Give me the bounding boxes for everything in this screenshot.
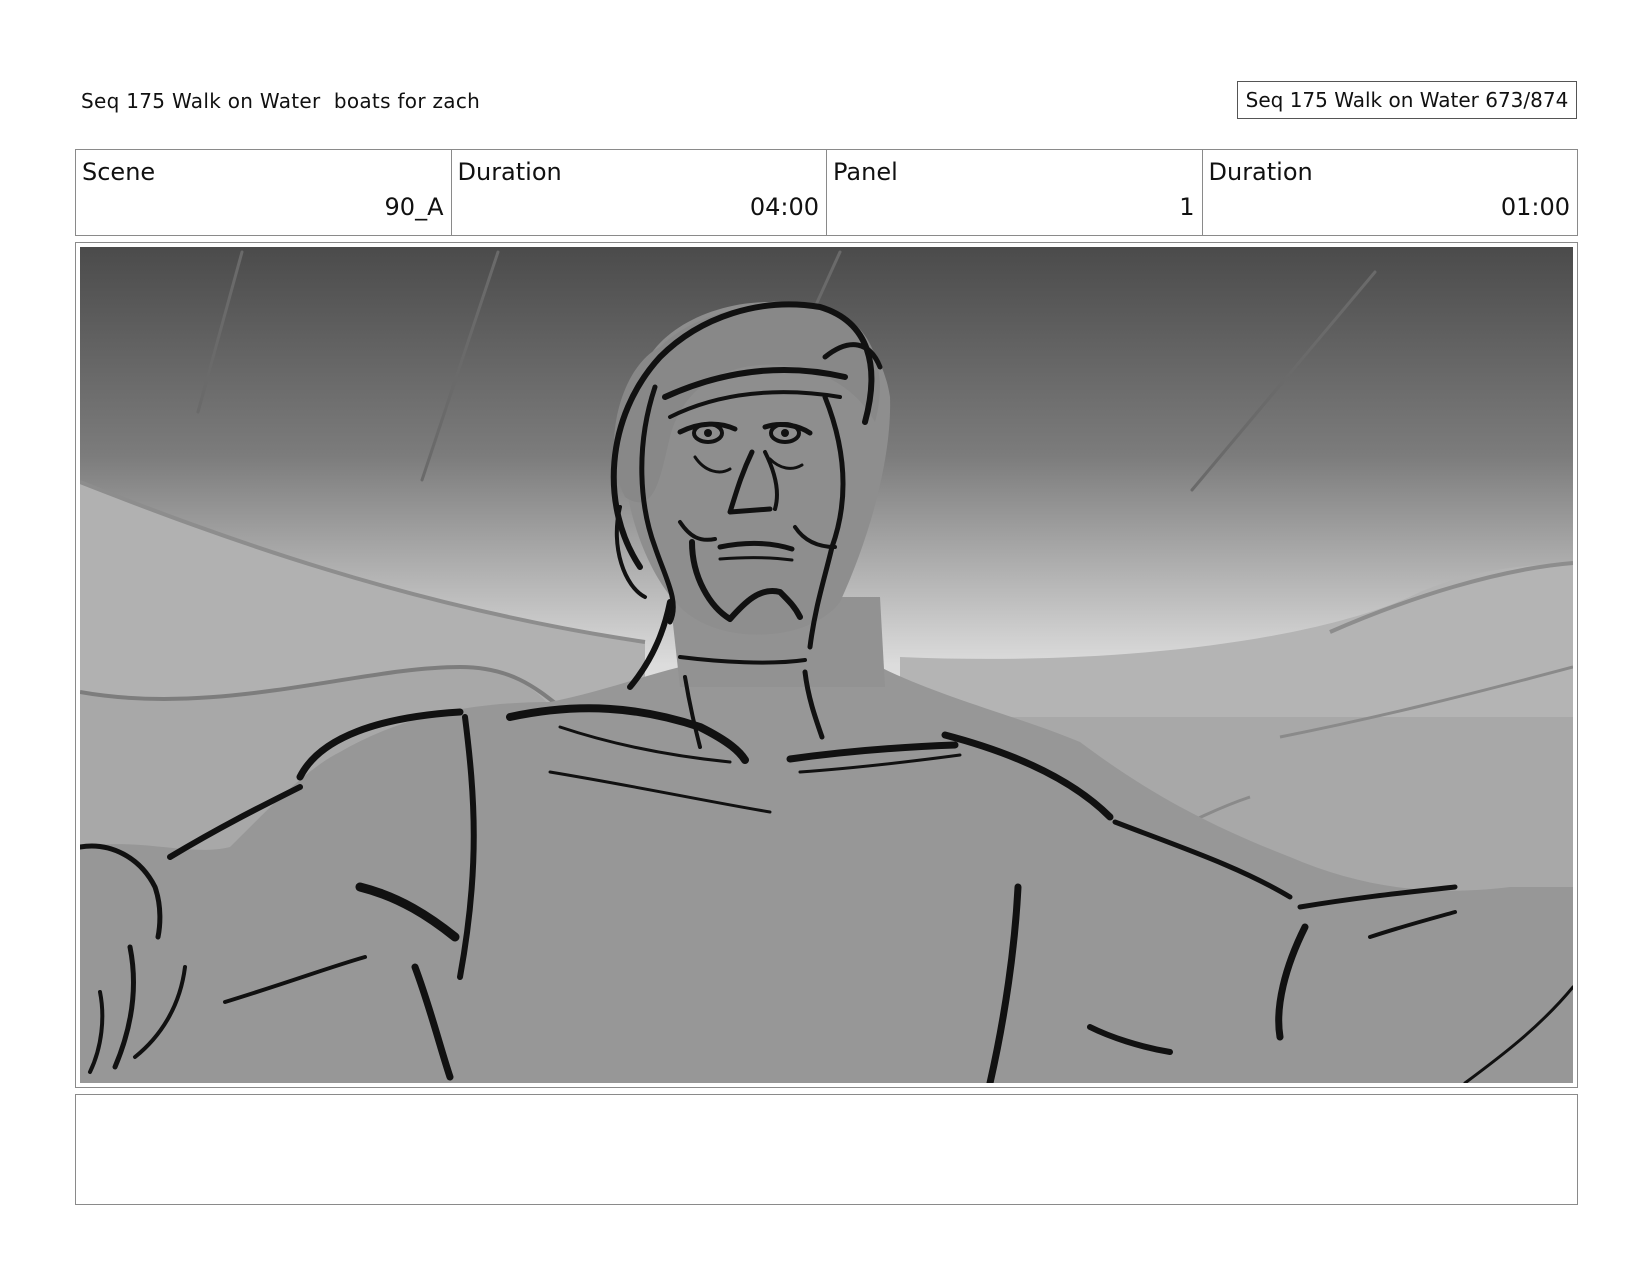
scene-cell: Scene 90_A bbox=[76, 150, 452, 235]
panel-value: 1 bbox=[1179, 193, 1195, 221]
panel-duration-label: Duration bbox=[1208, 158, 1313, 186]
storyboard-sketch bbox=[80, 247, 1573, 1083]
scene-duration-value: 04:00 bbox=[749, 193, 819, 221]
scene-label: Scene bbox=[82, 158, 156, 186]
scene-value: 90_A bbox=[384, 193, 444, 221]
panel-duration-cell: Duration 01:00 bbox=[1203, 150, 1578, 235]
scene-duration-cell: Duration 04:00 bbox=[452, 150, 827, 235]
panel-cell: Panel 1 bbox=[827, 150, 1203, 235]
panel-label: Panel bbox=[833, 158, 898, 186]
storyboard-panel-frame bbox=[75, 242, 1578, 1088]
panel-duration-value: 01:00 bbox=[1500, 193, 1570, 221]
panel-notes-box bbox=[75, 1094, 1578, 1205]
page-counter-tag: Seq 175 Walk on Water 673/874 bbox=[1237, 81, 1577, 119]
panel-info-table: Scene 90_A Duration 04:00 Panel 1 Durati… bbox=[75, 149, 1578, 236]
sequence-title: Seq 175 Walk on Water boats for zach bbox=[81, 89, 481, 113]
scene-duration-label: Duration bbox=[457, 158, 562, 186]
